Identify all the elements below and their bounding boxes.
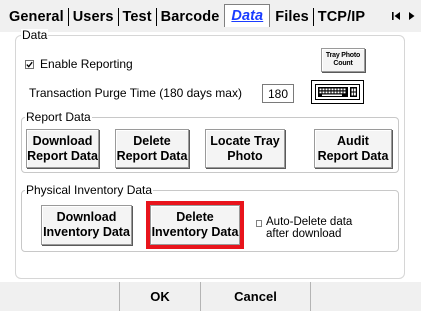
tray-photo-count-button[interactable]: Tray Photo Count bbox=[321, 48, 365, 72]
tab-divider bbox=[312, 8, 314, 26]
tab-divider bbox=[67, 8, 69, 26]
tab-tcpip[interactable]: TCP/IP bbox=[315, 7, 368, 27]
locate-tray-photo-button[interactable]: Locate Tray Photo bbox=[205, 129, 285, 168]
tab-divider bbox=[155, 8, 157, 26]
delete-inventory-data-line1: Delete bbox=[176, 210, 214, 224]
right-arrow-icon bbox=[409, 11, 415, 20]
delete-inventory-data-line2: Inventory Data bbox=[151, 225, 239, 239]
delete-report-data-button[interactable]: Delete Report Data bbox=[115, 129, 189, 168]
tray-photo-count-line1: Tray Photo bbox=[325, 52, 361, 59]
audit-report-data-button[interactable]: Audit Report Data bbox=[314, 129, 392, 168]
auto-delete-label: Auto-Delete data after download bbox=[266, 216, 352, 240]
tab-scroll-right-button[interactable] bbox=[405, 7, 418, 24]
ok-button[interactable]: OK bbox=[119, 282, 200, 311]
audit-report-data-line1: Audit bbox=[337, 133, 369, 148]
purge-time-label: Transaction Purge Time (180 days max) bbox=[29, 86, 242, 100]
delete-report-data-line2: Report Data bbox=[116, 148, 188, 163]
physical-inventory-legend: Physical Inventory Data bbox=[25, 183, 154, 197]
download-inventory-data-button[interactable]: Download Inventory Data bbox=[41, 205, 132, 245]
auto-delete-checkbox[interactable] bbox=[256, 220, 262, 227]
report-data-group: Report Data Download Report Data Delete … bbox=[21, 111, 399, 173]
tray-photo-count-line2: Count bbox=[333, 60, 353, 67]
tab-barcode[interactable]: Barcode bbox=[158, 7, 223, 27]
tab-scroll-left-button[interactable] bbox=[390, 7, 403, 24]
tab-strip: General Users Test Barcode Data Files TC… bbox=[0, 0, 421, 32]
download-inventory-data-line1: Download bbox=[56, 210, 117, 224]
download-report-data-line2: Report Data bbox=[27, 148, 98, 163]
download-report-data-line1: Download bbox=[32, 133, 93, 148]
tab-scroll-arrows bbox=[390, 7, 418, 24]
tab-general[interactable]: General bbox=[6, 7, 67, 27]
download-report-data-button[interactable]: Download Report Data bbox=[26, 129, 99, 168]
physical-inventory-group: Physical Inventory Data Download Invento… bbox=[21, 184, 399, 252]
auto-delete-label-line1: Auto-Delete data bbox=[266, 216, 353, 228]
tabs: General Users Test Barcode Data Files TC… bbox=[6, 4, 368, 27]
keyboard-button[interactable] bbox=[311, 80, 364, 104]
tab-divider bbox=[117, 8, 119, 26]
footer-bar: OK Cancel bbox=[0, 282, 421, 311]
delete-report-data-line1: Delete bbox=[133, 133, 171, 148]
delete-inventory-data-button[interactable]: Delete Inventory Data bbox=[146, 201, 244, 249]
enable-reporting-label: Enable Reporting bbox=[40, 57, 133, 71]
enable-reporting-checkbox[interactable] bbox=[25, 59, 34, 69]
audit-report-data-line2: Report Data bbox=[317, 148, 389, 163]
purge-time-input[interactable]: 180 bbox=[262, 84, 294, 103]
auto-delete-row[interactable]: Auto-Delete data after download bbox=[256, 216, 352, 240]
locate-tray-photo-line1: Locate Tray bbox=[210, 133, 280, 148]
cancel-button[interactable]: Cancel bbox=[200, 282, 311, 311]
tab-data[interactable]: Data bbox=[224, 4, 271, 27]
locate-tray-photo-line2: Photo bbox=[227, 148, 263, 163]
auto-delete-label-line2: after download bbox=[266, 228, 342, 240]
enable-reporting-row[interactable]: Enable Reporting bbox=[25, 57, 133, 71]
data-group-legend: Data bbox=[21, 28, 49, 42]
left-arrow-icon bbox=[392, 11, 400, 20]
tab-files[interactable]: Files bbox=[272, 7, 312, 27]
data-tab-panel: Data Enable Reporting Tray Photo Count T… bbox=[15, 29, 405, 279]
keyboard-icon bbox=[315, 84, 360, 100]
tab-users[interactable]: Users bbox=[70, 7, 117, 27]
download-inventory-data-line2: Inventory Data bbox=[43, 225, 130, 239]
checkmark-icon bbox=[26, 61, 33, 68]
tab-test[interactable]: Test bbox=[120, 7, 155, 27]
report-data-legend: Report Data bbox=[25, 110, 92, 124]
